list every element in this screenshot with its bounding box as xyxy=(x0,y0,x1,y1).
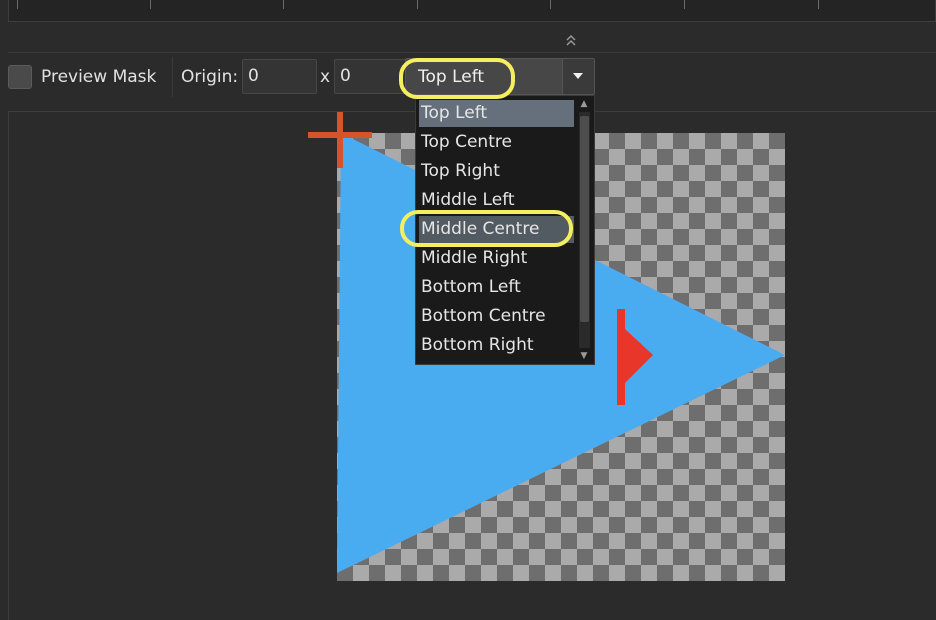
scroll-up-icon[interactable]: ▲ xyxy=(576,98,592,110)
dropdown-option-top-right[interactable]: Top Right xyxy=(419,158,574,185)
origin-label: Origin: xyxy=(181,67,239,87)
dropdown-option-bottom-centre[interactable]: Bottom Centre xyxy=(419,303,574,330)
origin-anchor-value: Top Left xyxy=(418,67,485,87)
divider xyxy=(172,57,173,97)
dropdown-option-bottom-right[interactable]: Bottom Right xyxy=(419,332,574,359)
mask-toolbar: Preview Mask Origin: 0 x 0 Top Left xyxy=(0,53,936,99)
ruler-tick xyxy=(550,0,551,9)
timeline-ruler xyxy=(8,0,936,22)
collapse-panel-icon[interactable] xyxy=(560,31,582,49)
dropdown-option-middle-right[interactable]: Middle Right xyxy=(419,245,574,272)
dropdown-scrollbar[interactable]: ▲ ▼ xyxy=(576,98,592,362)
origin-x-input[interactable]: 0 xyxy=(242,59,317,94)
dropdown-option-top-centre[interactable]: Top Centre xyxy=(419,129,574,156)
origin-y-input[interactable]: 0 xyxy=(334,59,414,94)
scroll-down-icon[interactable]: ▼ xyxy=(576,350,592,362)
dropdown-option-middle-centre[interactable]: Middle Centre xyxy=(419,216,574,243)
combo-dropdown-button[interactable] xyxy=(562,59,594,94)
origin-crosshair-icon xyxy=(308,112,372,168)
ruler-tick xyxy=(283,0,284,9)
dropdown-option-top-left[interactable]: Top Left xyxy=(419,100,574,127)
scrollbar-thumb[interactable] xyxy=(580,116,589,322)
preview-mask-checkbox[interactable] xyxy=(8,65,32,89)
origin-separator: x xyxy=(320,67,331,87)
dropdown-option-middle-left[interactable]: Middle Left xyxy=(419,187,574,214)
dropdown-option-bottom-left[interactable]: Bottom Left xyxy=(419,274,574,301)
ruler-tick xyxy=(150,0,151,9)
origin-anchor-combobox[interactable]: Top Left xyxy=(405,58,595,95)
ruler-tick xyxy=(818,0,819,9)
origin-anchor-dropdown-list: Top Left Top Centre Top Right Middle Lef… xyxy=(415,95,595,365)
ruler-tick xyxy=(684,0,685,9)
preview-mask-label: Preview Mask xyxy=(41,67,157,87)
ruler-tick xyxy=(17,0,18,9)
triangle-down-icon xyxy=(573,73,583,79)
ruler-tick xyxy=(417,0,418,9)
